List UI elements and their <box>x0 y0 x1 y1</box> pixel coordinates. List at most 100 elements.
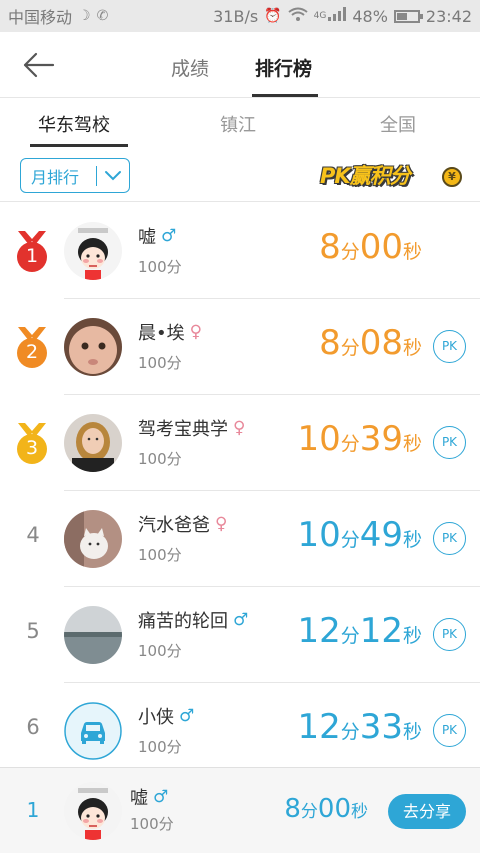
time-seconds: 00 <box>359 227 403 267</box>
scope-tab-school[interactable]: 华东驾校 <box>38 111 110 137</box>
my-rank-bar: 1 嘘 ♂ 100分 8分00秒 去分享 <box>0 767 480 853</box>
female-icon: ♀ <box>189 322 203 342</box>
male-icon: ♂ <box>179 706 195 726</box>
user-avatar[interactable] <box>64 606 122 664</box>
time-seconds: 39 <box>359 419 403 459</box>
user-score: 100分 <box>138 546 182 564</box>
username: 晨•埃 <box>138 323 185 344</box>
my-avatar[interactable] <box>64 782 122 840</box>
username: 汽水爸爸 <box>138 515 210 536</box>
active-tab-indicator <box>252 94 318 97</box>
chevron-down-icon <box>97 170 129 182</box>
rank-number: 6 <box>26 715 40 739</box>
time-seconds-unit: 秒 <box>402 625 422 647</box>
period-dropdown[interactable]: 月排行 <box>20 158 130 193</box>
pk-win-points-banner[interactable]: PK赢积分 ¥ <box>320 157 466 193</box>
coin-icon: ¥ <box>442 167 462 187</box>
my-rank-number: 1 <box>26 798 40 822</box>
user-name-line: 汽水爸爸 ♀ <box>138 511 227 537</box>
back-arrow-icon[interactable] <box>22 50 56 80</box>
medal-icon: 1 <box>13 229 51 273</box>
rank-number: 5 <box>26 619 40 643</box>
time-seconds: 49 <box>359 515 403 555</box>
username: 小侠 <box>138 707 174 728</box>
ranking-row[interactable]: 1 嘘 ♂ 100分 8分00秒 <box>0 203 480 299</box>
male-icon: ♂ <box>153 787 169 807</box>
filter-row: 月排行 PK赢积分 ¥ <box>0 150 480 202</box>
user-avatar[interactable] <box>64 222 122 280</box>
ranking-row[interactable]: 5 痛苦的轮回 ♂ 100分 12分12秒 PK <box>0 587 480 683</box>
user-score: 100分 <box>138 450 182 468</box>
user-avatar[interactable] <box>64 510 122 568</box>
medal-icon: 3 <box>13 421 51 465</box>
battery-percent: 48% <box>352 6 388 26</box>
time-seconds-unit: 秒 <box>402 529 422 551</box>
title-bar: 成绩 排行榜 <box>0 32 480 98</box>
time-seconds-unit: 秒 <box>402 721 422 743</box>
tab-scores[interactable]: 成绩 <box>171 54 209 81</box>
my-name-line: 嘘 ♂ <box>130 784 168 810</box>
my-time-minutes-unit: 分 <box>300 802 318 822</box>
time-minutes-unit: 分 <box>340 721 360 743</box>
completion-time: 10分49秒 <box>222 515 422 555</box>
completion-time: 12分12秒 <box>222 611 422 651</box>
ranking-row[interactable]: 6 小侠 ♂ 100分 12分33秒 PK <box>0 683 480 779</box>
medal-icon: 2 <box>13 325 51 369</box>
alarm-icon: ⏰ <box>264 8 282 24</box>
user-score: 100分 <box>138 642 182 660</box>
tab-leaderboard[interactable]: 排行榜 <box>255 54 312 81</box>
scope-tab-national[interactable]: 全国 <box>380 111 416 137</box>
my-time: 8分00秒 <box>168 794 368 824</box>
username: 痛苦的轮回 <box>138 611 228 632</box>
ranking-row[interactable]: 4 汽水爸爸 ♀ 100分 10分49秒 PK <box>0 491 480 587</box>
pk-challenge-button[interactable]: PK <box>433 618 466 651</box>
signal-icon <box>328 7 347 25</box>
scope-tab-city[interactable]: 镇江 <box>220 111 256 137</box>
pk-challenge-button[interactable]: PK <box>433 522 466 555</box>
time-minutes-unit: 分 <box>340 529 360 551</box>
ranking-row[interactable]: 3 驾考宝典学 ♀ 100分 10分39秒 PK <box>0 395 480 491</box>
completion-time: 8分08秒 <box>222 323 422 363</box>
time-minutes-unit: 分 <box>340 625 360 647</box>
wifi-icon <box>288 7 308 25</box>
time-seconds: 12 <box>359 611 403 651</box>
time-minutes: 8 <box>319 227 341 267</box>
pk-challenge-button[interactable]: PK <box>433 426 466 459</box>
user-score: 100分 <box>138 738 182 756</box>
time-minutes: 10 <box>297 515 341 555</box>
time-minutes: 8 <box>319 323 341 363</box>
status-bar: 中国移动 ☽ ✆ 31B/s ⏰ 4G 48% 23:42 <box>0 0 480 32</box>
rank-number: 2 <box>25 341 39 363</box>
clock: 23:42 <box>425 6 472 26</box>
user-name-line: 嘘 ♂ <box>138 223 176 249</box>
share-button[interactable]: 去分享 <box>388 794 466 829</box>
my-time-seconds: 00 <box>317 794 351 824</box>
my-time-seconds-unit: 秒 <box>351 802 368 822</box>
time-seconds-unit: 秒 <box>402 433 422 455</box>
time-seconds: 08 <box>359 323 403 363</box>
network-speed: 31B/s <box>213 6 259 26</box>
ranking-list: 1 嘘 ♂ 100分 8分00秒 2 晨•埃 ♀ 100分 8分08秒 PK 3 驾考宝典学 ♀ 100分 1… <box>0 203 480 779</box>
notification-icon: ✆ <box>96 8 109 24</box>
completion-time: 8分00秒 <box>222 227 422 267</box>
time-minutes: 10 <box>297 419 341 459</box>
pk-challenge-button[interactable]: PK <box>433 330 466 363</box>
battery-icon <box>393 9 423 23</box>
user-name-line: 小侠 ♂ <box>138 703 194 729</box>
time-seconds-unit: 秒 <box>402 241 422 263</box>
pk-challenge-button[interactable]: PK <box>433 714 466 747</box>
my-time-minutes: 8 <box>284 794 301 824</box>
male-icon: ♂ <box>161 226 177 246</box>
username: 驾考宝典学 <box>138 419 228 440</box>
user-avatar[interactable] <box>64 702 122 760</box>
time-minutes-unit: 分 <box>340 337 360 359</box>
ranking-row[interactable]: 2 晨•埃 ♀ 100分 8分08秒 PK <box>0 299 480 395</box>
time-minutes: 12 <box>297 707 341 747</box>
user-avatar[interactable] <box>64 414 122 472</box>
time-minutes-unit: 分 <box>340 241 360 263</box>
carrier-label: 中国移动 <box>8 8 73 27</box>
time-seconds-unit: 秒 <box>402 337 422 359</box>
user-avatar[interactable] <box>64 318 122 376</box>
scope-active-indicator <box>30 144 128 147</box>
pk-banner-text: PK赢积分 <box>320 164 411 188</box>
